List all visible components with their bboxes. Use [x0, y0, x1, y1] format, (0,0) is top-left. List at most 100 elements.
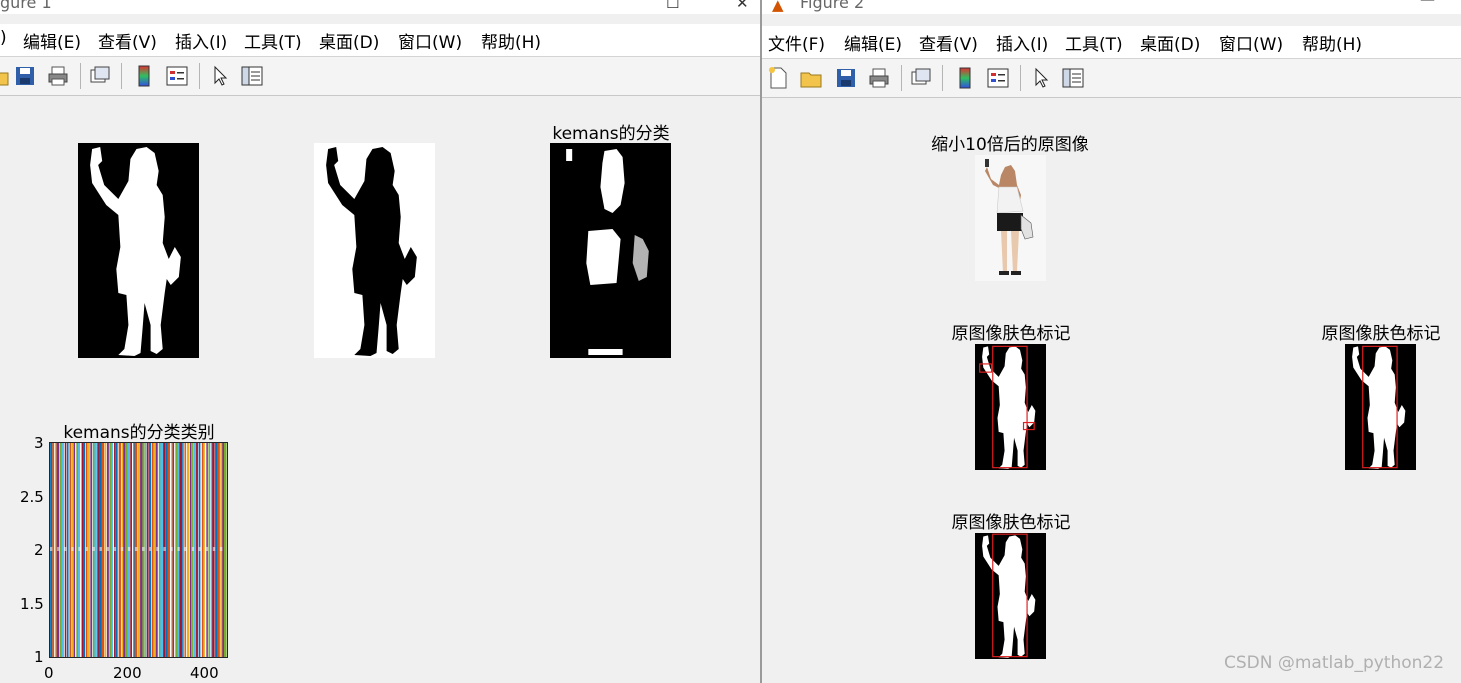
open-icon[interactable] — [799, 66, 823, 90]
print-icon[interactable] — [46, 64, 70, 88]
figure-1-window: gure 1 ☐ ✕ ) 编辑(E) 查看(V) 插入(I) 工具(T) 桌面(… — [0, 0, 760, 683]
window-title: gure 1 — [0, 0, 52, 12]
toolbar-separator — [199, 63, 200, 89]
skin-mask-image-3 — [975, 533, 1046, 659]
series-gap — [170, 547, 173, 551]
menu-file[interactable]: 文件(F) — [768, 30, 825, 55]
y-tick-label: 2.5 — [20, 488, 44, 506]
series-gap — [149, 547, 152, 551]
plot-title-kmeans: kemans的分类 — [552, 124, 670, 144]
skin-mask-image-1 — [975, 344, 1046, 470]
chart-plot-area — [50, 443, 227, 657]
series-gap — [198, 547, 202, 551]
legend-icon[interactable] — [165, 64, 189, 88]
x-tick-label: 0 — [44, 664, 54, 682]
toolbar — [762, 58, 1461, 98]
inverted-image — [314, 143, 435, 358]
series-gap — [177, 547, 180, 551]
binary-image-1 — [78, 143, 199, 358]
series-gap — [184, 547, 187, 551]
series-gap — [78, 547, 81, 551]
menu-desktop[interactable]: 桌面(D) — [319, 28, 379, 53]
skin-mask-image-2 — [1345, 344, 1416, 470]
toolbar-separator — [121, 63, 122, 89]
series-gap — [191, 547, 194, 551]
menu-insert[interactable]: 插入(I) — [996, 30, 1048, 55]
print-icon[interactable] — [867, 66, 891, 90]
menu-bar: ) 编辑(E) 查看(V) 插入(I) 工具(T) 桌面(D) 窗口(W) 帮助… — [0, 24, 760, 56]
toolbar-separator — [80, 63, 81, 89]
open-icon[interactable] — [0, 64, 10, 88]
property-inspector-icon[interactable] — [240, 64, 264, 88]
toolbar — [0, 56, 760, 96]
close-icon[interactable]: ✕ — [736, 0, 749, 12]
series-gap — [134, 547, 138, 551]
x-tick-label: 200 — [113, 664, 142, 682]
series-gap — [57, 547, 60, 551]
y-tick-label: 1 — [34, 648, 44, 666]
series-gap — [142, 547, 145, 551]
series-gap — [163, 547, 166, 551]
menu-tools[interactable]: 工具(T) — [244, 28, 302, 53]
menu-view[interactable]: 查看(V) — [919, 30, 978, 55]
chart-title: kemans的分类类别 — [63, 423, 215, 443]
y-tick-label: 3 — [34, 434, 44, 452]
series-gap — [212, 547, 216, 551]
menu-bar: 文件(F) 编辑(E) 查看(V) 插入(I) 工具(T) 桌面(D) 窗口(W… — [762, 26, 1461, 58]
plot-title-skin-mark: 原图像肤色标记 — [951, 513, 1071, 533]
matlab-logo-icon: ▲ — [772, 0, 784, 14]
window-title: Figure 2 — [800, 0, 865, 12]
colorbar-icon[interactable] — [953, 66, 977, 90]
menu-window[interactable]: 窗口(W) — [1219, 30, 1283, 55]
menu-insert[interactable]: 插入(I) — [175, 28, 227, 53]
y-tick-label: 1.5 — [20, 595, 44, 613]
menu-desktop[interactable]: 桌面(D) — [1140, 30, 1200, 55]
property-inspector-icon[interactable] — [1061, 66, 1085, 90]
series-gap — [99, 547, 102, 551]
maximize-icon[interactable]: ☐ — [666, 0, 679, 12]
link-plot-icon[interactable] — [88, 64, 112, 88]
series-gap — [71, 547, 74, 551]
figure-2-window: ▲ Figure 2 — 文件(F) 编辑(E) 查看(V) 插入(I) 工具(… — [762, 0, 1461, 683]
link-plot-icon[interactable] — [909, 66, 933, 90]
toolbar-separator — [901, 65, 902, 91]
x-tick-label: 400 — [190, 664, 219, 682]
kmeans-image — [550, 143, 671, 358]
downscaled-photo — [975, 155, 1046, 281]
y-tick-label: 2 — [34, 541, 44, 559]
series-gap — [64, 547, 67, 551]
legend-icon[interactable] — [986, 66, 1010, 90]
series-gap — [92, 547, 95, 551]
toolbar-separator — [1020, 65, 1021, 91]
cluster-label-chart — [49, 442, 228, 658]
series-gap — [85, 547, 88, 551]
series-gap — [120, 547, 124, 551]
watermark: CSDN @matlab_python22 — [1224, 653, 1445, 673]
menu-help[interactable]: 帮助(H) — [1302, 30, 1362, 55]
series-gap — [106, 547, 109, 551]
series-gap — [156, 547, 159, 551]
menu-view[interactable]: 查看(V) — [98, 28, 157, 53]
menu-edit[interactable]: 编辑(E) — [23, 28, 81, 53]
menu-file[interactable]: ) — [0, 28, 7, 48]
menu-edit[interactable]: 编辑(E) — [844, 30, 902, 55]
new-figure-icon[interactable] — [766, 66, 790, 90]
pointer-icon[interactable] — [208, 64, 232, 88]
menu-help[interactable]: 帮助(H) — [481, 28, 541, 53]
pointer-icon[interactable] — [1029, 66, 1053, 90]
plot-title-skin-mark: 原图像肤色标记 — [1321, 324, 1441, 344]
title-bar: ▲ Figure 2 — — [762, 0, 1461, 14]
toolbar-separator — [942, 65, 943, 91]
menu-window[interactable]: 窗口(W) — [398, 28, 462, 53]
minimize-icon[interactable]: — — [1420, 0, 1435, 8]
series-gap — [50, 547, 53, 551]
save-icon[interactable] — [13, 64, 37, 88]
series-gap — [113, 547, 117, 551]
plot-title-skin-mark: 原图像肤色标记 — [951, 324, 1071, 344]
save-icon[interactable] — [834, 66, 858, 90]
colorbar-icon[interactable] — [132, 64, 156, 88]
menu-tools[interactable]: 工具(T) — [1065, 30, 1123, 55]
plot-title-original: 缩小10倍后的原图像 — [931, 135, 1089, 155]
series-gap — [219, 547, 223, 551]
series-gap — [127, 547, 131, 551]
